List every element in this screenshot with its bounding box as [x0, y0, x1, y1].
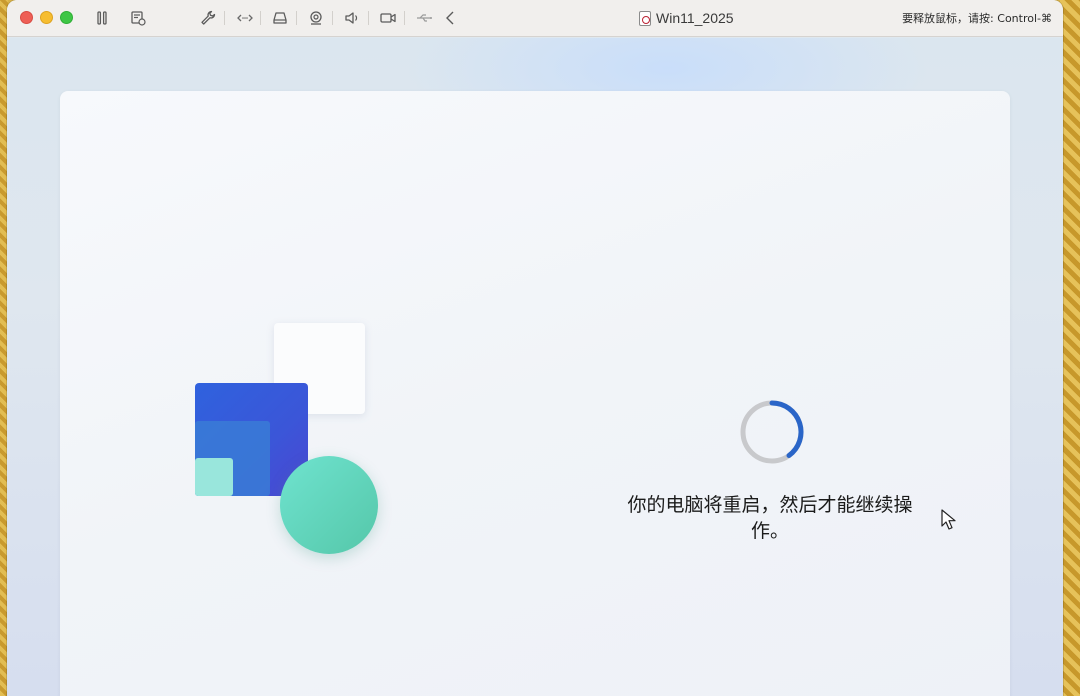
title-bar: Win11_2025 要释放鼠标，请按: Control-⌘: [7, 0, 1063, 37]
toolbar-separator: [260, 11, 261, 25]
video-camera-icon[interactable]: [378, 8, 398, 28]
illustration-teal-circle: [280, 456, 378, 554]
sound-icon[interactable]: [342, 8, 362, 28]
windows-setup-illustration: [195, 323, 385, 558]
vm-document-icon: [639, 10, 651, 26]
toolbar-separator: [332, 11, 333, 25]
network-icon[interactable]: [235, 8, 255, 28]
toolbar-separator: [368, 11, 369, 25]
restart-status-message: 你的电脑将重启，然后才能继续操作。: [627, 494, 913, 542]
snapshot-icon[interactable]: [128, 8, 148, 28]
disk-icon[interactable]: [270, 8, 290, 28]
vm-window: Win11_2025 要释放鼠标，请按: Control-⌘ 你的电脑将重启，然…: [7, 0, 1063, 696]
illustration-mint-square: [195, 458, 233, 496]
window-title: Win11_2025: [639, 8, 734, 28]
setup-card: 你的电脑将重启，然后才能继续操作。: [60, 91, 1010, 696]
toolbar-separator: [224, 11, 225, 25]
toolbar-separator: [404, 11, 405, 25]
loading-spinner-icon: [740, 400, 804, 464]
close-window-button[interactable]: [20, 11, 33, 24]
toolbar-separator: [296, 11, 297, 25]
mouse-pointer-icon: [941, 509, 956, 530]
desktop-wallpaper-right: [1060, 0, 1080, 696]
camera-share-icon[interactable]: [306, 8, 326, 28]
usb-icon[interactable]: [414, 8, 434, 28]
settings-wrench-icon[interactable]: [198, 8, 218, 28]
pause-icon[interactable]: [92, 8, 112, 28]
minimize-window-button[interactable]: [40, 11, 53, 24]
zoom-window-button[interactable]: [60, 11, 73, 24]
back-chevron-icon[interactable]: [441, 8, 461, 28]
mouse-release-hint: 要释放鼠标，请按: Control-⌘: [902, 12, 1052, 25]
vm-display[interactable]: 你的电脑将重启，然后才能继续操作。: [7, 38, 1063, 696]
window-title-text: Win11_2025: [656, 10, 734, 26]
